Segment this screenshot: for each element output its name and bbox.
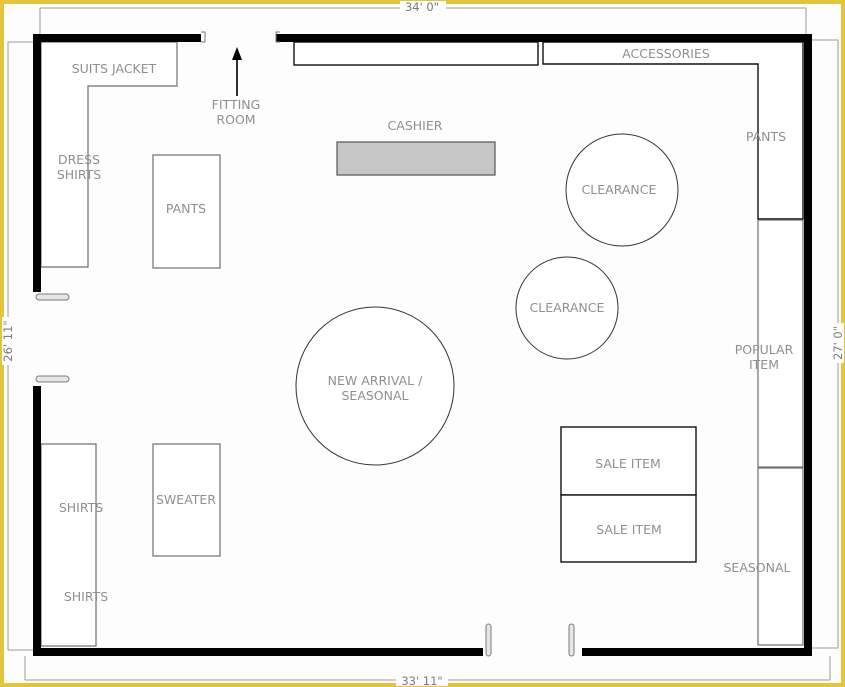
store-floor-plan: 34' 0" 33' 11" 26' 11" 27' 0" SUITS JACK…	[1, 0, 845, 687]
dress-shirts-label-2: SHIRTS	[57, 167, 101, 182]
popular-item-label-2: ITEM	[749, 357, 779, 372]
wall-left-upper	[33, 34, 41, 292]
floor-plan-frame: 34' 0" 33' 11" 26' 11" 27' 0" SUITS JACK…	[0, 0, 845, 687]
wall-bottom-right	[582, 648, 812, 656]
arrowhead-icon	[232, 47, 242, 60]
shirts-label-1: SHIRTS	[59, 500, 103, 515]
sweater-label: SWEATER	[156, 492, 216, 507]
top-wall-shelf-fixture[interactable]	[293, 41, 539, 66]
clearance-top-label: CLEARANCE	[582, 182, 657, 197]
seasonal-label: SEASONAL	[723, 560, 790, 575]
clearance-bottom-label: CLEARANCE	[530, 300, 605, 315]
wall-right	[804, 34, 812, 656]
seasonal-fixture[interactable]	[757, 467, 804, 646]
wall-top-left	[33, 34, 201, 42]
cashier-label: CASHIER	[388, 118, 443, 133]
dim-label-right: 27' 0"	[831, 326, 845, 360]
shirts-fixture[interactable]	[40, 443, 97, 647]
suits-jacket-label: SUITS JACKET	[72, 61, 157, 76]
dim-label-top: 34' 0"	[405, 0, 439, 14]
left-door-lower[interactable]	[35, 375, 70, 383]
new-arrival-label-2: SEASONAL	[341, 388, 408, 403]
fitting-room-label-1: FITTING	[212, 97, 261, 112]
new-arrival-label-1: NEW ARRIVAL /	[328, 373, 423, 388]
fixtures: SUITS JACKET DRESS SHIRTS PANTS ACCESSOR…	[40, 41, 804, 647]
dress-shirts-label-1: DRESS	[58, 152, 100, 167]
doors	[35, 31, 575, 657]
wall-bottom-left	[33, 648, 483, 656]
cashier-counter[interactable]	[336, 141, 496, 176]
shirts-label-2: SHIRTS	[64, 589, 108, 604]
dim-label-bottom: 33' 11"	[401, 674, 442, 687]
front-door-right[interactable]	[568, 623, 575, 657]
fitting-room-jamb-left	[201, 31, 206, 43]
front-door-left[interactable]	[485, 623, 492, 657]
fitting-room-marker[interactable]: FITTING ROOM	[212, 47, 261, 127]
fitting-room-label-2: ROOM	[216, 112, 255, 127]
dim-label-left: 26' 11"	[1, 320, 15, 361]
sale-item-label-2: SALE ITEM	[596, 522, 662, 537]
accessories-label: ACCESSORIES	[622, 46, 710, 61]
sale-item-label-1: SALE ITEM	[595, 456, 661, 471]
pants-right-label: PANTS	[746, 129, 786, 144]
left-door-upper[interactable]	[35, 293, 70, 301]
wall-top-right	[276, 34, 812, 42]
pants-left-label: PANTS	[166, 201, 206, 216]
popular-item-label-1: POPULAR	[735, 342, 794, 357]
wall-left-lower	[33, 386, 41, 656]
